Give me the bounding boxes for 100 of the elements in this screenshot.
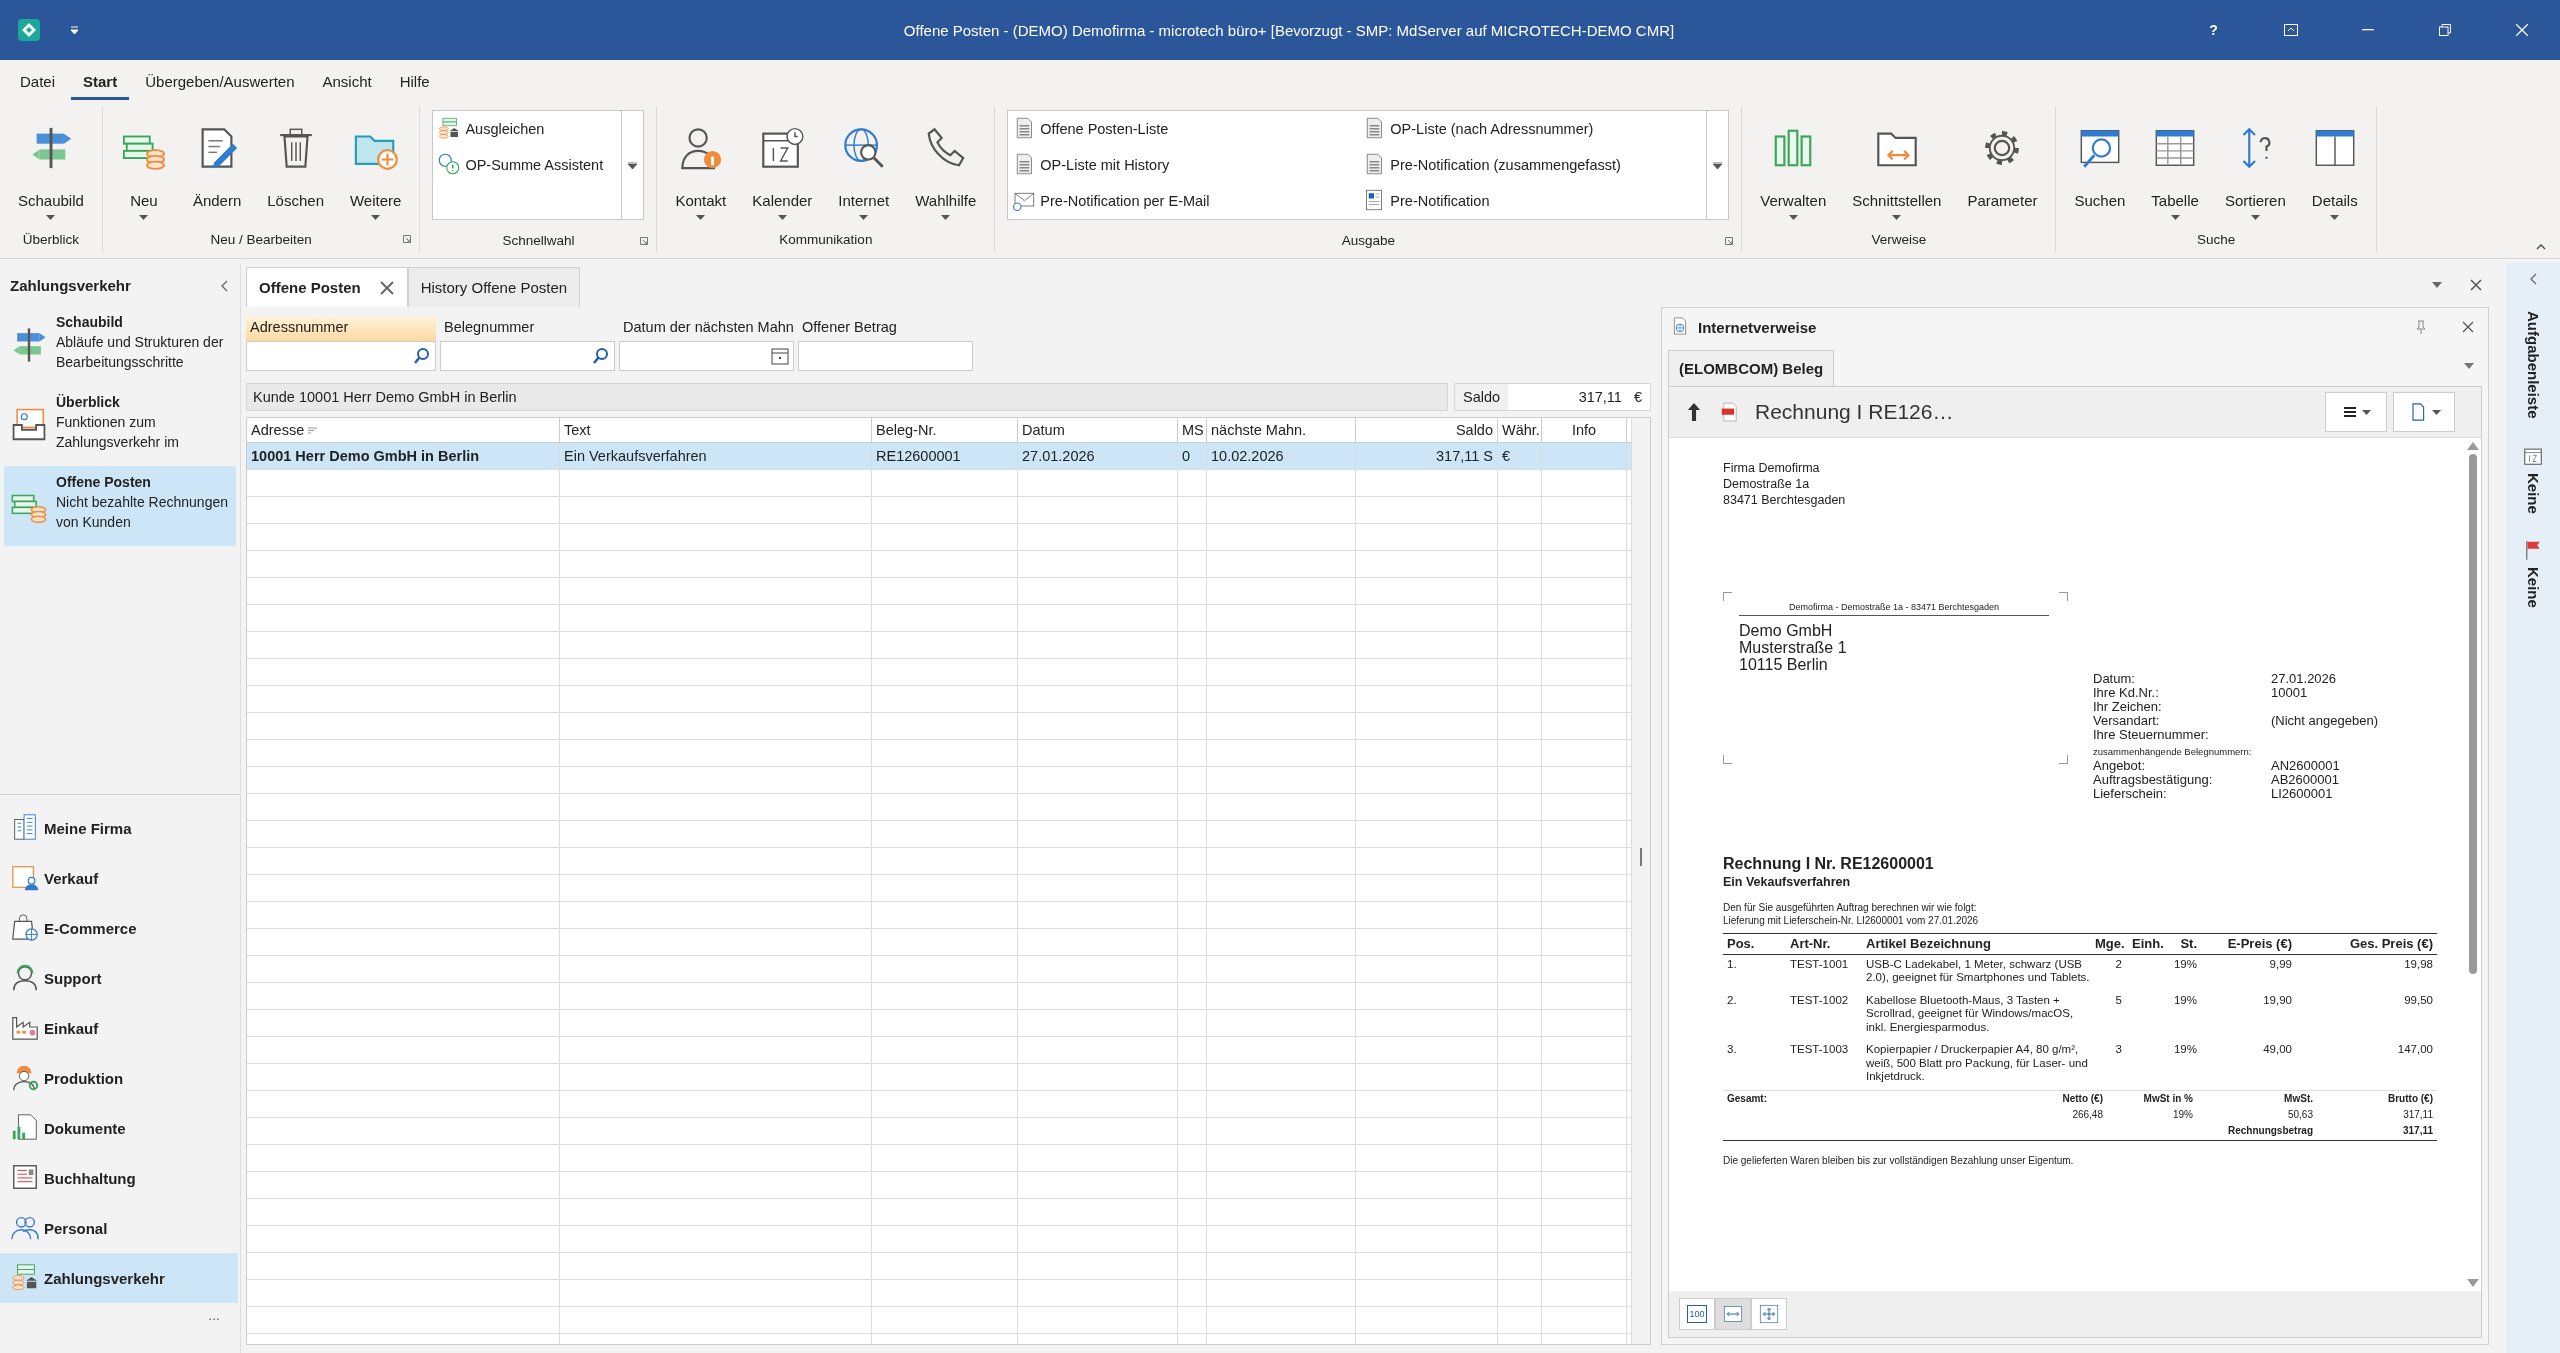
ribbon-button[interactable]: Schaubild bbox=[8, 110, 94, 226]
ribbon-button[interactable]: Internet bbox=[828, 110, 900, 226]
ribbon-button[interactable]: Kontakt bbox=[665, 110, 737, 226]
ribbon-tab[interactable]: Datei bbox=[8, 66, 68, 100]
ribbon-button[interactable]: Suchen bbox=[2064, 110, 2136, 226]
ribbon-button[interactable]: Ändern bbox=[182, 110, 252, 226]
app-logo-icon[interactable] bbox=[18, 19, 40, 41]
pin-icon[interactable] bbox=[2416, 320, 2426, 334]
filter-field[interactable] bbox=[619, 341, 794, 371]
dialog-launcher-icon[interactable] bbox=[640, 237, 649, 245]
ribbon-button[interactable]: Schnittstellen bbox=[1842, 110, 1952, 226]
ribbon-button[interactable]: Löschen bbox=[257, 110, 334, 226]
sender-address-line: Demostraße 1a bbox=[1723, 476, 1811, 492]
table-cell: 27.01.2026 bbox=[1022, 448, 1095, 464]
filter-field[interactable] bbox=[246, 341, 436, 371]
module-button[interactable]: Verkauf bbox=[0, 853, 238, 903]
caret-icon bbox=[941, 214, 951, 220]
zoom-button[interactable] bbox=[1715, 1298, 1751, 1330]
sidebar-item[interactable]: Schaubild Abläufe und Strukturen der Bearbeitungsschritte bbox=[4, 306, 236, 386]
document-tab[interactable]: Offene Posten bbox=[246, 267, 408, 307]
gallery-item[interactable]: OP-Liste (nach Adressnummer) bbox=[1362, 111, 1703, 147]
help-button[interactable]: ? bbox=[2175, 0, 2252, 60]
column-header[interactable]: Datum bbox=[1018, 418, 1178, 442]
filter-field[interactable] bbox=[798, 341, 973, 371]
totals-value: 19% bbox=[2172, 1108, 2194, 1120]
ribbon-button[interactable]: Sortieren bbox=[2214, 110, 2296, 226]
ribbon-button[interactable]: Tabelle bbox=[2141, 110, 2209, 226]
ribbon-button[interactable]: Verwalten bbox=[1750, 110, 1837, 226]
gallery-item[interactable]: Pre-Notification per E-Mail bbox=[1012, 183, 1363, 219]
caret-icon bbox=[2431, 409, 2441, 415]
totals-value: 266,48 bbox=[2071, 1108, 2104, 1120]
caret-icon bbox=[2170, 214, 2180, 220]
close-icon[interactable] bbox=[2470, 279, 2482, 291]
module-button[interactable]: Einkauf bbox=[0, 1003, 238, 1053]
column-header[interactable]: Währ. bbox=[1498, 418, 1542, 442]
ribbon-button[interactable]: Neu bbox=[110, 110, 177, 226]
dialog-launcher-icon[interactable] bbox=[1725, 237, 1734, 245]
quick-access-caret-icon[interactable] bbox=[70, 25, 79, 35]
document-tab[interactable]: History Offene Posten bbox=[407, 267, 581, 307]
gallery-item[interactable]: Pre-Notification (zusammengefasst) bbox=[1362, 147, 1703, 183]
caret-icon bbox=[777, 214, 787, 220]
gallery-item[interactable]: Pre-Notification bbox=[1362, 183, 1703, 219]
column-header[interactable]: MS bbox=[1178, 418, 1207, 442]
gallery-item[interactable]: OP-Liste mit History bbox=[1012, 147, 1363, 183]
invoice-cell-text: 19% bbox=[2172, 1043, 2198, 1057]
filter-field[interactable] bbox=[440, 341, 615, 371]
taskbar-item[interactable]: Keine bbox=[2522, 444, 2544, 514]
column-header[interactable]: Text bbox=[560, 418, 872, 442]
view-menu-button[interactable] bbox=[2325, 392, 2387, 432]
sidebar-item[interactable]: Offene Posten Nicht bezahlte Rechnungen von Kunden bbox=[4, 466, 236, 546]
column-header[interactable]: nächste Mahn. bbox=[1207, 418, 1356, 442]
calendar-icon[interactable] bbox=[770, 346, 790, 366]
module-button[interactable]: Buchhaltung bbox=[0, 1153, 238, 1203]
ribbon-tab[interactable]: Hilfe bbox=[387, 66, 442, 100]
table-cell: RE12600001 bbox=[876, 448, 961, 464]
document-menu-button[interactable] bbox=[2393, 392, 2455, 432]
zoom-button[interactable]: 100 bbox=[1679, 1298, 1715, 1330]
ribbon-tab[interactable]: Ansicht bbox=[310, 66, 384, 100]
table-row[interactable]: 10001 Herr Demo GmbH in Berlin Ein Verkaufsverfahren RE12600001 27.01.2026 0 10.02.2026 317,11 S € bbox=[247, 443, 1631, 470]
taskbar-item[interactable]: Keine bbox=[2522, 539, 2544, 609]
panel-tab[interactable]: (ELOMBCOM) Beleg bbox=[1668, 350, 1835, 386]
dropdown-caret-icon[interactable] bbox=[2464, 363, 2474, 369]
invoice-amount: 317,11 bbox=[2401, 1124, 2434, 1136]
module-button[interactable]: Produktion bbox=[0, 1053, 238, 1103]
column-header[interactable]: Info bbox=[1542, 418, 1627, 442]
search-icon[interactable] bbox=[591, 346, 611, 366]
module-button[interactable]: Dokumente bbox=[0, 1103, 238, 1153]
column-header[interactable]: Saldo bbox=[1356, 418, 1498, 442]
module-button[interactable]: Support bbox=[0, 953, 238, 1003]
column-header[interactable]: Beleg-Nr. bbox=[872, 418, 1018, 442]
sender-address-line: 83471 Berchtesgaden bbox=[1723, 492, 1847, 508]
zoom-button[interactable] bbox=[1751, 1298, 1787, 1330]
ribbon-button[interactable]: Details bbox=[2301, 110, 2368, 226]
more-button[interactable]: ... bbox=[208, 1303, 220, 1327]
ribbon-button[interactable]: Weitere bbox=[340, 110, 412, 226]
dialog-launcher-icon[interactable] bbox=[403, 235, 412, 243]
collapse-icon[interactable] bbox=[220, 279, 228, 292]
close-icon[interactable] bbox=[378, 279, 395, 296]
sidebar-item[interactable]: Überblick Funktionen zum Zahlungsverkehr im bbox=[4, 386, 236, 466]
scroll-down-icon[interactable] bbox=[2467, 1279, 2479, 1287]
gallery-item[interactable]: Offene Posten-Liste bbox=[1012, 111, 1363, 147]
module-button[interactable]: Meine Firma bbox=[0, 803, 238, 853]
minimize-icon bbox=[2361, 29, 2374, 31]
search-icon[interactable] bbox=[412, 346, 432, 366]
gallery-item[interactable]: Ausgleichen bbox=[437, 111, 618, 147]
module-button[interactable]: Personal bbox=[0, 1203, 238, 1253]
dropdown-caret-icon[interactable] bbox=[2432, 282, 2442, 288]
scroll-up-icon[interactable] bbox=[2467, 442, 2479, 450]
ribbon-button[interactable]: Parameter bbox=[1957, 110, 2048, 226]
collapse-ribbon-icon[interactable] bbox=[2536, 244, 2546, 250]
info-value: AN2600001 bbox=[2271, 759, 2340, 773]
expand-icon[interactable] bbox=[2529, 273, 2537, 285]
close-icon[interactable] bbox=[2462, 321, 2474, 333]
ribbon-button[interactable]: Kalender bbox=[742, 110, 823, 226]
gallery-item[interactable]: OP-Summe Assistent bbox=[437, 147, 618, 183]
module-button[interactable]: E-Commerce bbox=[0, 903, 238, 953]
column-header[interactable]: Adresse bbox=[247, 418, 560, 442]
module-button[interactable]: Zahlungsverkehr bbox=[0, 1253, 238, 1303]
ribbon-tab[interactable]: Übergeben/Auswerten bbox=[133, 66, 307, 100]
ribbon-button[interactable]: Wahlhilfe bbox=[905, 110, 987, 226]
